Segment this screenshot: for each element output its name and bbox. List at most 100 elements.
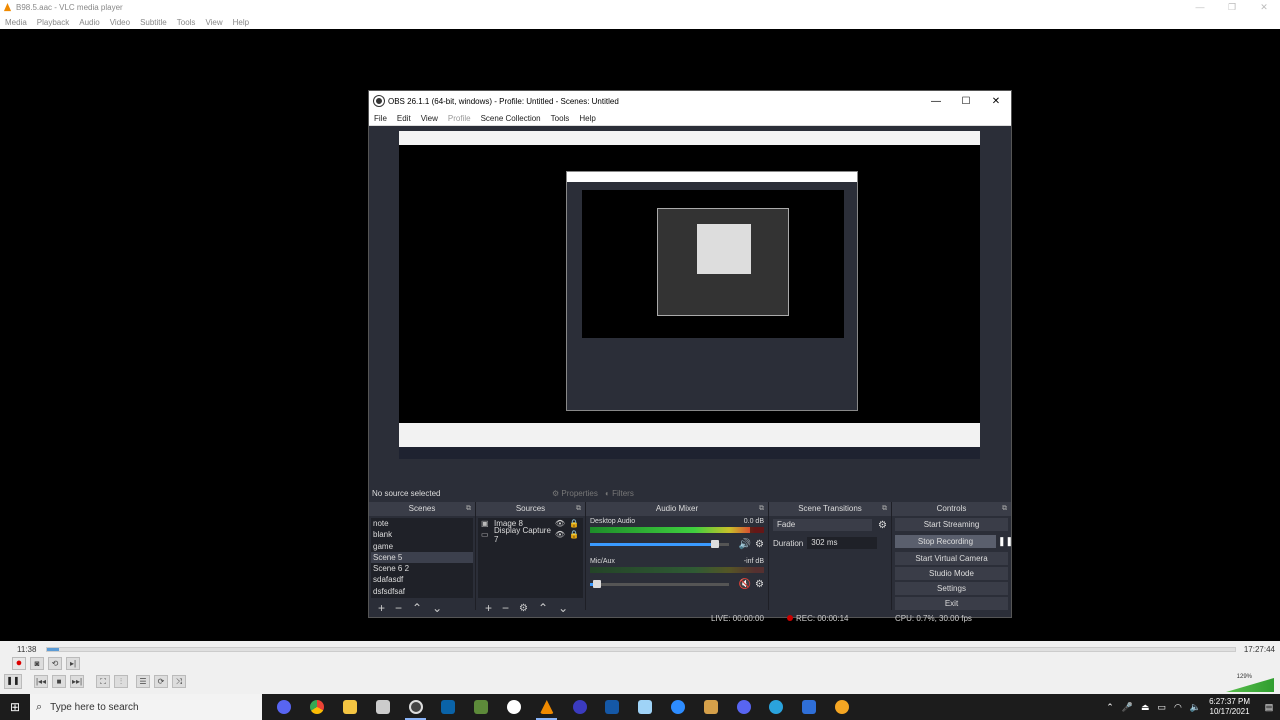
windows-start-icon[interactable]: ⊞ [0,700,30,714]
undock-icon[interactable]: ⧉ [576,502,581,516]
obs-menu-tools[interactable]: Tools [551,114,570,123]
obs-preview-canvas[interactable] [399,131,980,459]
scene-item-selected[interactable]: Scene 5 [371,551,473,564]
pause-button-icon[interactable]: ❚❚ [4,673,22,689]
next-icon[interactable]: ▸▸| [70,674,84,688]
frame-step-icon[interactable]: ▸| [66,656,80,670]
start-virtual-camera-button[interactable]: Start Virtual Camera [895,552,1008,565]
eye-icon[interactable]: 👁 [555,519,565,528]
scene-item[interactable]: blank [371,529,473,540]
lock-icon[interactable]: 🔒 [569,519,579,528]
eye-icon[interactable]: 👁 [555,530,565,539]
obs-menu-profile[interactable]: Profile [448,114,471,123]
speaker-icon[interactable]: 🔊 [739,539,751,550]
obs-menu-file[interactable]: File [374,114,387,123]
transition-select[interactable]: Fade [773,519,873,531]
scene-item[interactable]: note [371,518,473,529]
obs-maximize-button[interactable]: ☐ [951,96,981,107]
properties-button[interactable]: ⚙ Properties [552,489,598,498]
record-icon[interactable]: ● [12,656,26,670]
network-icon[interactable]: ◠ [1174,702,1182,713]
scene-item[interactable]: Scene 6 2 [371,563,473,574]
loop-ab-icon[interactable]: ⟲ [48,656,62,670]
app-icon[interactable] [694,694,727,720]
scene-item[interactable]: sdafasdf [371,574,473,585]
undock-icon[interactable]: ⧉ [1002,502,1007,516]
scene-item[interactable]: game [371,541,473,552]
volume-slider[interactable] [590,540,729,548]
stop-icon[interactable]: ■ [52,674,66,688]
telegram-icon[interactable] [760,694,793,720]
obs-menu-help[interactable]: Help [579,114,595,123]
vlc-close-button[interactable]: ✕ [1248,0,1280,15]
exit-button[interactable]: Exit [895,597,1008,610]
zoom-icon[interactable] [662,694,695,720]
start-streaming-button[interactable]: Start Streaming [895,518,1008,531]
vlc-menu-subtitle[interactable]: Subtitle [140,18,167,27]
shuffle-icon[interactable]: ⤨ [172,674,186,688]
fullscreen-icon[interactable]: ⛶ [96,674,110,688]
vlc-menu-media[interactable]: Media [5,18,27,27]
taskbar-search-box[interactable]: ⌕ Type here to search [30,694,262,720]
app-icon[interactable] [366,694,399,720]
volume-icon[interactable]: 🔈 [1190,702,1201,713]
gear-icon[interactable]: ⚙ [755,539,764,550]
vlc-menu-tools[interactable]: Tools [177,18,196,27]
vlc-minimize-button[interactable]: — [1184,0,1216,15]
loop-icon[interactable]: ⟳ [154,674,168,688]
vlc-maximize-button[interactable]: ❐ [1216,0,1248,15]
app-icon[interactable] [793,694,826,720]
obs-close-button[interactable]: ✕ [981,96,1011,107]
speaker-muted-icon[interactable]: 🔇 [739,579,751,590]
vlc-menu-help[interactable]: Help [233,18,249,27]
volume-slider[interactable] [1226,678,1274,692]
vlc-menu-playback[interactable]: Playback [37,18,69,27]
taskbar-clock[interactable]: 6:27:37 PM 10/17/2021 [1209,697,1250,717]
studio-mode-button[interactable]: Studio Mode [895,567,1008,580]
previous-icon[interactable]: |◂◂ [34,674,48,688]
gear-icon[interactable]: ⚙ [755,579,764,590]
discord-icon[interactable] [727,694,760,720]
notification-icon[interactable]: ▤ [1258,702,1280,713]
app-icon[interactable] [826,694,859,720]
filters-button[interactable]: ◐ Filters [605,489,634,498]
obs-menu-edit[interactable]: Edit [397,114,411,123]
undock-icon[interactable]: ⧉ [882,502,887,516]
battery-icon[interactable]: ▭ [1157,702,1166,713]
seek-slider[interactable] [46,647,1236,652]
app-icon[interactable] [563,694,596,720]
vlc-menu-video[interactable]: Video [110,18,130,27]
vlc-menu-audio[interactable]: Audio [79,18,99,27]
app-icon[interactable] [432,694,465,720]
chrome-icon[interactable] [301,694,334,720]
obs-icon[interactable] [399,694,432,720]
playlist-icon[interactable]: ☰ [136,674,150,688]
app-icon[interactable] [498,694,531,720]
duration-spinbox[interactable]: 302 ms [807,537,878,549]
file-explorer-icon[interactable] [334,694,367,720]
lock-icon[interactable]: 🔒 [569,530,579,539]
microphone-icon[interactable]: 🎤 [1122,702,1133,713]
vlc-menu-view[interactable]: View [205,18,222,27]
scene-item[interactable]: dsfsdfsaf [371,586,473,597]
minecraft-icon[interactable] [465,694,498,720]
obs-minimize-button[interactable]: — [921,96,951,107]
app-icon[interactable] [596,694,629,720]
settings-button[interactable]: Settings [895,582,1008,595]
stop-recording-button[interactable]: Stop Recording [895,535,996,548]
undock-icon[interactable]: ⧉ [759,502,764,516]
pause-icon[interactable]: ❚❚ [998,536,1013,547]
source-item[interactable]: ▭ Display Capture 7 👁 🔒 [478,526,583,544]
app-icon[interactable] [629,694,662,720]
app-icon[interactable] [268,694,301,720]
extended-settings-icon[interactable]: ⫶ [114,674,128,688]
usb-icon[interactable]: ⏏ [1141,702,1150,713]
gear-icon[interactable]: ⚙ [878,520,887,531]
chevron-up-icon[interactable]: ⌃ [1106,702,1114,713]
undock-icon[interactable]: ⧉ [466,502,471,516]
vlc-icon[interactable] [530,694,563,720]
obs-menu-view[interactable]: View [421,114,438,123]
volume-control[interactable]: 129% [1214,674,1274,692]
obs-menu-scene-collection[interactable]: Scene Collection [481,114,541,123]
volume-slider[interactable] [590,580,729,588]
